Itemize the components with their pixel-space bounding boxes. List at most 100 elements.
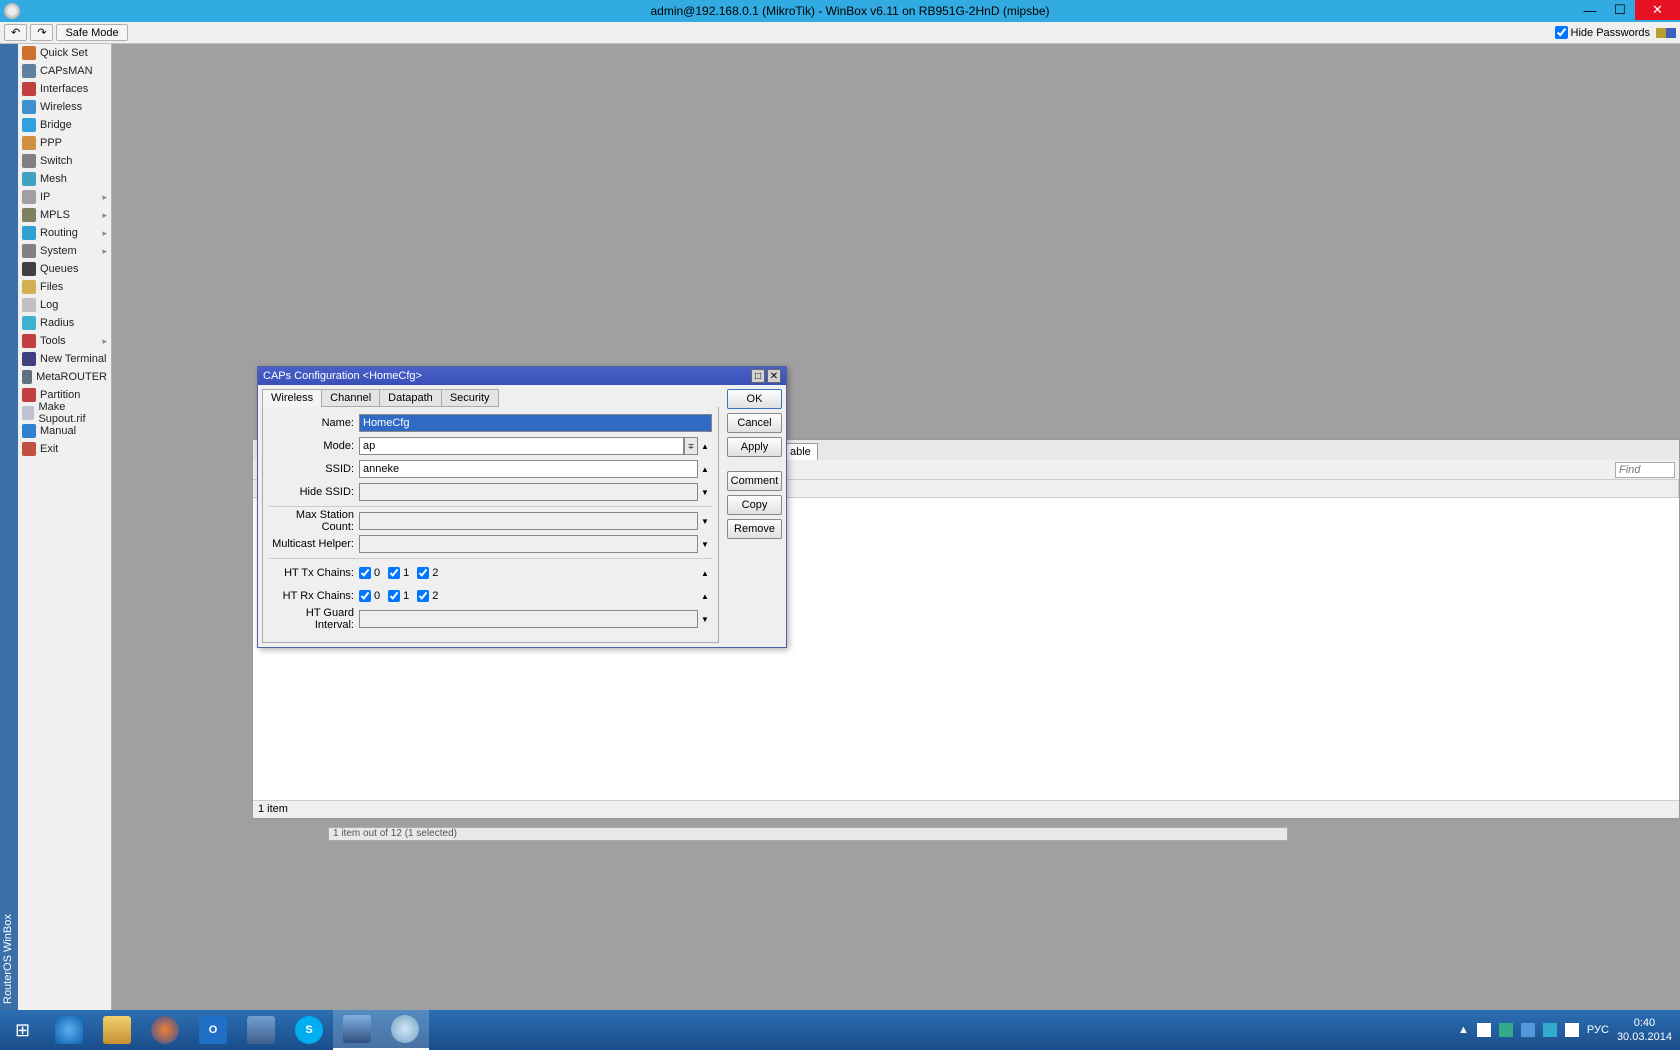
copy-button[interactable]: Copy [727,495,782,515]
menu-label: CAPsMAN [40,65,93,77]
remove-button[interactable]: Remove [727,519,782,539]
dialog-max-button[interactable]: □ [751,369,765,383]
name-input[interactable] [359,414,712,432]
menu-item-make-supout-rif[interactable]: Make Supout.rif [18,404,111,422]
menu-item-new-terminal[interactable]: New Terminal [18,350,111,368]
ssid-collapse-icon[interactable]: ▲ [698,460,712,478]
menu-item-files[interactable]: Files [18,278,111,296]
menu-item-ip[interactable]: IP▸ [18,188,111,206]
htgi-expand-icon[interactable]: ▼ [698,610,712,628]
menu-item-system[interactable]: System▸ [18,242,111,260]
tray-flag-icon[interactable] [1477,1023,1491,1037]
taskbar-ie[interactable] [45,1010,93,1050]
cancel-button[interactable]: Cancel [727,413,782,433]
tab-partial[interactable]: able [783,443,818,460]
menu-item-capsman[interactable]: CAPsMAN [18,62,111,80]
menu-item-radius[interactable]: Radius [18,314,111,332]
minimize-button[interactable]: — [1575,0,1605,20]
taskbar-explorer[interactable] [93,1010,141,1050]
mode-collapse-icon[interactable]: ▲ [698,437,712,455]
dialog-titlebar[interactable]: CAPs Configuration <HomeCfg> □ ✕ [258,367,786,385]
tray-icon3[interactable] [1521,1023,1535,1037]
htgi-input[interactable] [359,610,698,628]
multicast-input[interactable] [359,535,698,553]
tab-datapath[interactable]: Datapath [379,389,442,407]
redo-button[interactable]: ↷ [30,24,53,41]
menu-icon [22,118,36,132]
taskbar-outlook[interactable]: O [189,1010,237,1050]
find-input[interactable] [1615,462,1675,478]
menu-item-queues[interactable]: Queues [18,260,111,278]
safe-mode-button[interactable]: Safe Mode [56,24,127,41]
menu-item-tools[interactable]: Tools▸ [18,332,111,350]
taskbar-app2[interactable] [381,1010,429,1050]
menu-item-exit[interactable]: Exit [18,440,111,458]
menu-item-mesh[interactable]: Mesh [18,170,111,188]
multicast-expand-icon[interactable]: ▼ [698,535,712,553]
hide-passwords-checkbox[interactable]: Hide Passwords [1555,26,1650,39]
menu-item-switch[interactable]: Switch [18,152,111,170]
close-button[interactable]: ✕ [1635,0,1680,20]
tray-icon4[interactable] [1543,1023,1557,1037]
htrx-chain1[interactable]: 1 [388,590,409,602]
apply-button[interactable]: Apply [727,437,782,457]
start-button[interactable]: ⊞ [0,1010,45,1050]
taskbar-skype[interactable]: S [285,1010,333,1050]
tray-lang[interactable]: РУС [1587,1024,1609,1036]
menu-item-quick-set[interactable]: Quick Set [18,44,111,62]
maximize-button[interactable]: ☐ [1605,0,1635,20]
menu-label: PPP [40,137,62,149]
menu-icon [22,280,36,294]
tray-clock[interactable]: 0:40 30.03.2014 [1617,1016,1672,1045]
mode-input[interactable] [359,437,684,455]
tray-net-icon[interactable] [1499,1023,1513,1037]
menu-item-mpls[interactable]: MPLS▸ [18,206,111,224]
menu-item-ppp[interactable]: PPP [18,134,111,152]
htrx-collapse-icon[interactable]: ▲ [698,587,712,605]
menu-icon [22,46,36,60]
menu-icon [22,388,36,402]
httx-chain1[interactable]: 1 [388,567,409,579]
taskbar-firefox[interactable] [141,1010,189,1050]
menu-item-wireless[interactable]: Wireless [18,98,111,116]
httx-chain2[interactable]: 2 [417,567,438,579]
menu-item-interfaces[interactable]: Interfaces [18,80,111,98]
max-station-input[interactable] [359,512,698,530]
menu-label: Mesh [40,173,67,185]
lock-icon [1656,28,1666,38]
menu-item-log[interactable]: Log [18,296,111,314]
tab-security[interactable]: Security [441,389,499,407]
dialog-tabs: Wireless Channel Datapath Security [262,389,719,407]
ssid-input[interactable] [359,460,698,478]
htrx-chain0[interactable]: 0 [359,590,380,602]
hide-ssid-input[interactable] [359,483,698,501]
undo-button[interactable]: ↶ [4,24,27,41]
tab-wireless[interactable]: Wireless [262,389,322,407]
httx-collapse-icon[interactable]: ▲ [698,564,712,582]
ok-button[interactable]: OK [727,389,782,409]
menu-icon [22,442,36,456]
max-station-label: Max Station Count: [269,509,359,533]
taskbar-winbox[interactable] [333,1010,381,1050]
htrx-chain2[interactable]: 2 [417,590,438,602]
comment-button[interactable]: Comment [727,471,782,491]
tray-sound-icon[interactable] [1565,1023,1579,1037]
mode-dropdown-icon[interactable]: ∓ [684,437,698,455]
taskbar-app1[interactable] [237,1010,285,1050]
menu-item-bridge[interactable]: Bridge [18,116,111,134]
menu-label: Log [40,299,58,311]
menu-label: MPLS [40,209,70,221]
menu-label: Interfaces [40,83,88,95]
window-titlebar: admin@192.168.0.1 (MikroTik) - WinBox v6… [0,0,1680,22]
dialog-close-button[interactable]: ✕ [767,369,781,383]
menu-icon [22,334,36,348]
menu-item-metarouter[interactable]: MetaROUTER [18,368,111,386]
menu-item-routing[interactable]: Routing▸ [18,224,111,242]
menu-icon [22,172,36,186]
taskbar: ⊞ O S ▲ РУС 0:40 30.03.2014 [0,1010,1680,1050]
tray-up-icon[interactable]: ▲ [1458,1024,1469,1036]
hide-ssid-expand-icon[interactable]: ▼ [698,483,712,501]
httx-chain0[interactable]: 0 [359,567,380,579]
tab-channel[interactable]: Channel [321,389,380,407]
max-station-expand-icon[interactable]: ▼ [698,512,712,530]
